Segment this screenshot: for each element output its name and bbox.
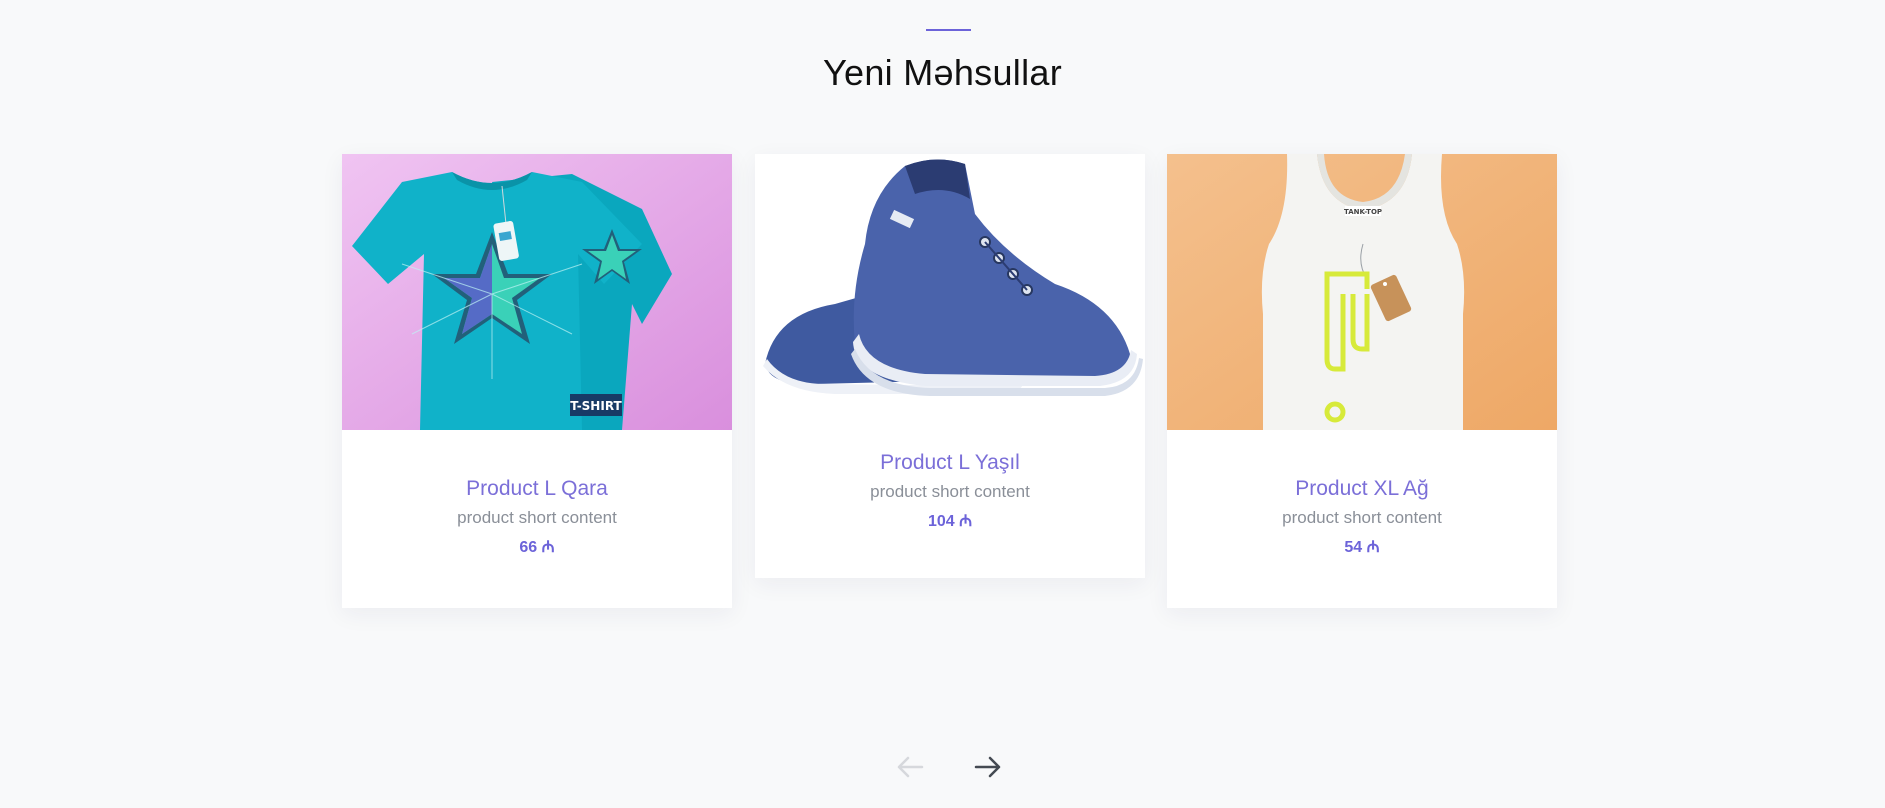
- product-description: product short content: [457, 508, 617, 527]
- product-image-tank-top[interactable]: TANK-TOP: [1167, 154, 1557, 430]
- product-image-sneaker[interactable]: [755, 154, 1145, 404]
- product-card[interactable]: T-SHIRT Product L Qara product short con…: [342, 154, 732, 608]
- product-description: product short content: [870, 482, 1030, 501]
- product-card[interactable]: TANK-TOP Product XL Ağ product short con…: [1167, 154, 1557, 608]
- section-title: Yeni Məhsullar: [822, 52, 1062, 93]
- tank-top-tag-text: TANK-TOP: [1344, 208, 1382, 216]
- carousel-next-button[interactable]: [968, 750, 1008, 784]
- product-info: Product XL Ağ product short content 54 ₼: [1167, 430, 1557, 558]
- arrow-left-icon: [897, 756, 924, 778]
- product-image-tshirt[interactable]: T-SHIRT: [342, 154, 732, 430]
- product-price: 66 ₼: [519, 539, 555, 556]
- tshirt-tag-text: T-SHIRT: [570, 399, 622, 413]
- carousel-prev-button[interactable]: [890, 750, 930, 784]
- product-info: Product L Qara product short content 66 …: [342, 430, 732, 558]
- product-info: Product L Yaşıl product short content 10…: [755, 404, 1145, 532]
- product-description: product short content: [1282, 508, 1442, 527]
- product-name[interactable]: Product XL Ağ: [1167, 476, 1557, 502]
- arrow-right-icon: [974, 756, 1001, 778]
- product-price: 54 ₼: [1344, 539, 1380, 556]
- product-price: 104 ₼: [927, 513, 973, 530]
- product-card[interactable]: Product L Yaşıl product short content 10…: [755, 154, 1145, 578]
- product-name[interactable]: Product L Yaşıl: [755, 450, 1145, 476]
- section-title-divider: [926, 29, 971, 31]
- product-name[interactable]: Product L Qara: [342, 476, 732, 502]
